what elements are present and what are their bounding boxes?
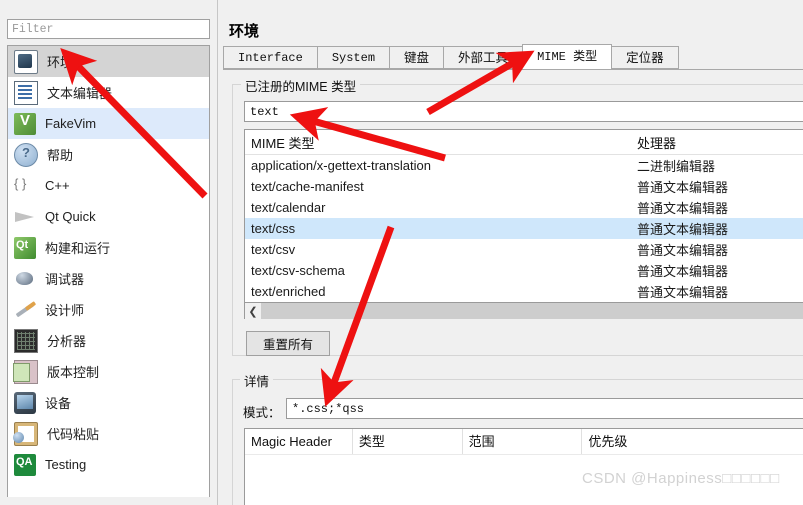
tab-2[interactable]: 键盘 bbox=[389, 46, 445, 69]
mime-table-horizontal-scrollbar[interactable]: ❮ bbox=[244, 303, 803, 319]
designer-brush-icon bbox=[14, 299, 36, 321]
sidebar-item-label: 文本编辑器 bbox=[47, 86, 113, 101]
qt-build-icon bbox=[14, 236, 36, 259]
cell-mime-type: text/cache-manifest bbox=[251, 179, 364, 194]
scroll-left-icon[interactable]: ❮ bbox=[245, 303, 261, 319]
sidebar-item-4[interactable]: C++ bbox=[8, 170, 209, 201]
bug-icon bbox=[14, 268, 36, 290]
column-header-handler[interactable]: 处理器 bbox=[633, 133, 803, 152]
sidebar-item-5[interactable]: Qt Quick bbox=[8, 201, 209, 232]
sidebar-item-label: 构建和运行 bbox=[45, 241, 111, 256]
cell-handler: 二进制编辑器 bbox=[637, 159, 716, 174]
sidebar-item-13[interactable]: Testing bbox=[8, 449, 209, 480]
help-question-icon bbox=[14, 142, 38, 167]
sidebar-item-label: 分析器 bbox=[47, 334, 87, 349]
mime-types-table[interactable]: MIME 类型 处理器 application/x-gettext-transl… bbox=[244, 129, 803, 303]
options-category-panel: 环境文本编辑器 FakeVim 帮助 C++ Qt Quick 构建和运行调试器设计师分析… bbox=[0, 0, 218, 505]
cell-mime-type: text/calendar bbox=[251, 200, 326, 215]
tab-4[interactable]: MIME 类型 bbox=[522, 44, 613, 69]
sidebar-item-9[interactable]: 分析器 bbox=[8, 325, 209, 356]
sidebar-item-12[interactable]: 代码粘贴 bbox=[8, 418, 209, 449]
column-header-magic-range[interactable]: 范围 bbox=[463, 429, 583, 454]
sidebar-item-label: FakeVim bbox=[45, 116, 97, 131]
analyzer-grid-icon bbox=[14, 328, 38, 353]
table-row[interactable]: text/calendar 普通文本编辑器 bbox=[245, 197, 803, 218]
monitor-icon bbox=[14, 49, 38, 74]
details-title: 详情 bbox=[240, 371, 274, 390]
table-row[interactable]: text/cache-manifest 普通文本编辑器 bbox=[245, 176, 803, 197]
sidebar-item-label: Testing bbox=[45, 457, 87, 472]
sidebar-item-2[interactable]: FakeVim bbox=[8, 108, 209, 139]
column-header-magic-type[interactable]: 类型 bbox=[353, 429, 463, 454]
cell-mime-type: text/csv bbox=[251, 242, 296, 257]
sidebar-item-label: 帮助 bbox=[47, 148, 74, 163]
tab-0[interactable]: Interface bbox=[223, 46, 318, 69]
sidebar-item-label: 调试器 bbox=[45, 272, 85, 287]
magic-header-table[interactable]: Magic Header 类型 范围 优先级 bbox=[244, 428, 803, 505]
cell-handler: 普通文本编辑器 bbox=[637, 222, 729, 237]
category-list[interactable]: 环境文本编辑器 FakeVim 帮助 C++ Qt Quick 构建和运行调试器设计师分析… bbox=[7, 45, 210, 497]
sidebar-item-10[interactable]: 版本控制 bbox=[8, 356, 209, 387]
cell-handler: 普通文本编辑器 bbox=[637, 264, 729, 279]
pattern-input[interactable] bbox=[286, 398, 803, 419]
sidebar-item-1[interactable]: 文本编辑器 bbox=[8, 77, 209, 108]
sidebar-item-label: 代码粘贴 bbox=[47, 427, 100, 442]
sidebar-item-label: 版本控制 bbox=[47, 365, 100, 380]
column-header-mime-type[interactable]: MIME 类型 bbox=[245, 133, 633, 152]
table-row[interactable]: text/csv 普通文本编辑器 bbox=[245, 239, 803, 260]
sidebar-item-label: 设备 bbox=[45, 396, 72, 411]
sidebar-item-0[interactable]: 环境 bbox=[8, 46, 209, 77]
watermark-text: CSDN @Happiness□□□□□□ bbox=[582, 470, 780, 487]
table-row[interactable]: text/csv-schema 普通文本编辑器 bbox=[245, 260, 803, 281]
sidebar-item-3[interactable]: 帮助 bbox=[8, 139, 209, 170]
cell-handler: 普通文本编辑器 bbox=[637, 180, 729, 195]
sidebar-item-8[interactable]: 设计师 bbox=[8, 294, 209, 325]
cell-mime-type: text/enriched bbox=[251, 284, 326, 299]
text-editor-icon bbox=[14, 80, 38, 105]
table-row[interactable]: text/css 普通文本编辑器 bbox=[245, 218, 803, 239]
code-paste-icon bbox=[13, 421, 38, 446]
mime-table-header: MIME 类型 处理器 bbox=[245, 130, 803, 155]
sidebar-item-label: 设计师 bbox=[45, 303, 85, 318]
device-phone-icon bbox=[14, 391, 36, 414]
table-row[interactable]: text/enriched 普通文本编辑器 bbox=[245, 281, 803, 302]
qtcreator-options-window: 环境文本编辑器 FakeVim 帮助 C++ Qt Quick 构建和运行调试器设计师分析… bbox=[0, 0, 803, 505]
cell-handler: 普通文本编辑器 bbox=[637, 243, 729, 258]
cell-mime-type: application/x-gettext-translation bbox=[251, 158, 431, 173]
sidebar-item-7[interactable]: 调试器 bbox=[8, 263, 209, 294]
version-control-icon bbox=[13, 359, 38, 384]
tab-5[interactable]: 定位器 bbox=[611, 46, 679, 69]
sidebar-item-label: Qt Quick bbox=[45, 209, 96, 224]
tab-bar[interactable]: Interface System 键盘 外部工具 MIME 类型 定位器 bbox=[223, 44, 803, 70]
pattern-label: 模式： bbox=[243, 406, 281, 420]
sidebar-item-6[interactable]: 构建和运行 bbox=[8, 232, 209, 263]
qa-testing-icon bbox=[14, 453, 36, 476]
table-row[interactable]: application/x-gettext-translation 二进制编辑器 bbox=[245, 155, 803, 176]
column-header-magic-priority[interactable]: 优先级 bbox=[582, 429, 803, 454]
cell-mime-type: text/css bbox=[251, 221, 296, 236]
cell-handler: 普通文本编辑器 bbox=[637, 201, 729, 216]
cell-handler: 普通文本编辑器 bbox=[637, 285, 729, 300]
braces-icon bbox=[14, 175, 36, 197]
paper-plane-icon bbox=[14, 206, 36, 228]
tab-1[interactable]: System bbox=[316, 46, 391, 69]
tab-3[interactable]: 外部工具 bbox=[443, 46, 524, 69]
sidebar-item-11[interactable]: 设备 bbox=[8, 387, 209, 418]
fakevim-icon bbox=[14, 112, 36, 135]
reset-all-button[interactable]: 重置所有 bbox=[246, 331, 330, 356]
page-title: 环境 bbox=[229, 23, 260, 40]
mime-filter-input[interactable] bbox=[244, 101, 803, 122]
sidebar-item-label: C++ bbox=[45, 178, 70, 193]
mime-table-body: application/x-gettext-translation 二进制编辑器 t… bbox=[245, 155, 803, 302]
registered-mime-types-title: 已注册的MIME 类型 bbox=[241, 76, 361, 95]
cell-mime-type: text/csv-schema bbox=[251, 263, 345, 278]
column-header-magic-header[interactable]: Magic Header bbox=[245, 429, 353, 454]
magic-table-header: Magic Header 类型 范围 优先级 bbox=[245, 429, 803, 455]
sidebar-item-label: 环境 bbox=[47, 55, 74, 70]
filter-input[interactable] bbox=[7, 19, 210, 39]
